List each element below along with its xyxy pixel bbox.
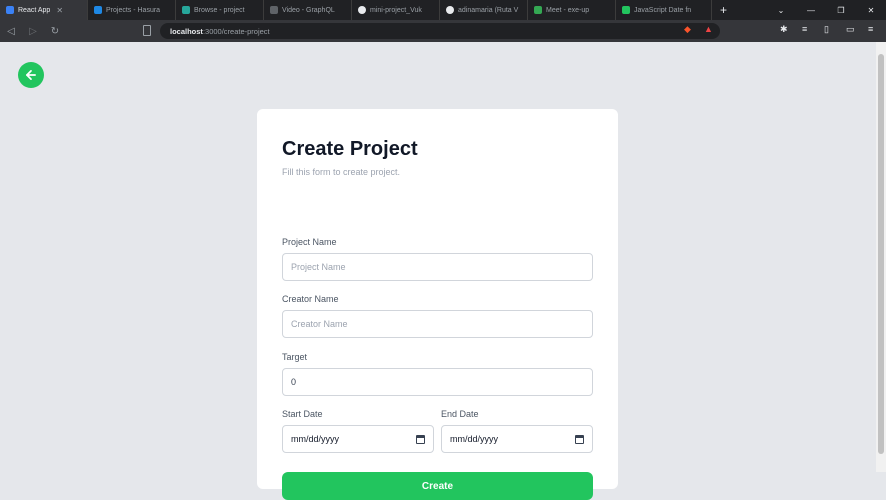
start-date-group: Start Date mm/dd/yyyy bbox=[282, 409, 434, 453]
meet-icon bbox=[534, 6, 542, 14]
tab-react-app[interactable]: React App ✕ bbox=[0, 0, 88, 20]
react-icon bbox=[6, 6, 14, 14]
tab-video-graphql[interactable]: Video - GraphQL bbox=[264, 0, 352, 20]
browser-toolbar: ◁ ▷ ↻ localhost:3000/create-project ◆ ▲ … bbox=[0, 20, 886, 42]
page-subtitle: Fill this form to create project. bbox=[282, 167, 401, 177]
playlist-icon[interactable]: ≡ bbox=[802, 24, 807, 34]
hasura-icon bbox=[94, 6, 102, 14]
tab-github-adinamaria[interactable]: adinamaria (Ruta V bbox=[440, 0, 528, 20]
target-group: Target bbox=[282, 352, 593, 396]
start-date-label: Start Date bbox=[282, 409, 323, 419]
creator-name-input[interactable] bbox=[282, 310, 593, 338]
brave-shield-icon[interactable]: ◆ bbox=[684, 24, 691, 35]
brave-rewards-icon[interactable]: ▲ bbox=[704, 24, 713, 34]
url-path: :3000/create-project bbox=[202, 26, 270, 36]
creator-name-group: Creator Name bbox=[282, 294, 593, 338]
window-controls: ⌄ — ❐ ✕ bbox=[766, 0, 886, 20]
tab-label: JavaScript Date fn bbox=[634, 6, 692, 14]
end-date-label: End Date bbox=[441, 409, 479, 419]
calendar-icon[interactable] bbox=[575, 434, 584, 444]
restore-icon[interactable]: ❐ bbox=[826, 6, 856, 15]
close-icon[interactable]: ✕ bbox=[56, 6, 63, 15]
scrollbar-thumb[interactable] bbox=[878, 54, 884, 454]
start-date-input[interactable]: mm/dd/yyyy bbox=[282, 425, 434, 453]
url-host: localhost bbox=[170, 26, 203, 36]
forward-nav-icon[interactable]: ▷ bbox=[22, 26, 44, 37]
wallet-icon[interactable]: ▭ bbox=[846, 24, 855, 35]
start-date-value: mm/dd/yyyy bbox=[291, 434, 340, 444]
target-input[interactable] bbox=[282, 368, 593, 396]
tab-search-icon[interactable]: ⌄ bbox=[766, 6, 796, 15]
new-tab-icon[interactable]: + bbox=[712, 3, 735, 17]
create-project-form: Create Project Fill this form to create … bbox=[257, 109, 618, 500]
tab-github-mini-project[interactable]: mini-project_Vuk bbox=[352, 0, 440, 20]
page-viewport: Create Project Fill this form to create … bbox=[0, 42, 876, 500]
calendar-icon[interactable] bbox=[416, 434, 425, 444]
github-icon bbox=[358, 6, 366, 14]
tab-label: Meet - exe-up bbox=[546, 6, 590, 14]
video-icon bbox=[270, 6, 278, 14]
tab-projects-hasura[interactable]: Projects - Hasura bbox=[88, 0, 176, 20]
tab-browse-project[interactable]: Browse - project bbox=[176, 0, 264, 20]
tab-label: mini-project_Vuk bbox=[370, 6, 422, 14]
tab-meet[interactable]: Meet - exe-up bbox=[528, 0, 616, 20]
page-title: Create Project bbox=[282, 138, 418, 160]
tab-label: React App bbox=[18, 6, 51, 14]
project-name-group: Project Name bbox=[282, 237, 593, 281]
tab-label: Projects - Hasura bbox=[106, 6, 161, 14]
tab-label: Video - GraphQL bbox=[282, 6, 335, 14]
end-date-input[interactable]: mm/dd/yyyy bbox=[441, 425, 593, 453]
bookmark-icon[interactable] bbox=[143, 25, 151, 36]
hasura-icon bbox=[182, 6, 190, 14]
back-button[interactable] bbox=[18, 62, 44, 88]
minimize-icon[interactable]: — bbox=[796, 6, 826, 15]
github-icon bbox=[446, 6, 454, 14]
creator-name-label: Creator Name bbox=[282, 294, 339, 304]
scrollbar[interactable] bbox=[876, 42, 886, 472]
w3schools-icon bbox=[622, 6, 630, 14]
sidebar-icon[interactable]: ▯ bbox=[824, 24, 829, 35]
end-date-group: End Date mm/dd/yyyy bbox=[441, 409, 593, 453]
create-button[interactable]: Create bbox=[282, 472, 593, 500]
tab-javascript-date[interactable]: JavaScript Date fn bbox=[616, 0, 712, 20]
project-name-label: Project Name bbox=[282, 237, 337, 247]
end-date-value: mm/dd/yyyy bbox=[450, 434, 499, 444]
arrow-left-icon bbox=[26, 70, 36, 80]
address-bar[interactable]: localhost:3000/create-project bbox=[160, 23, 720, 39]
target-label: Target bbox=[282, 352, 308, 362]
extensions-icon[interactable]: ✱ bbox=[780, 24, 788, 35]
tab-label: adinamaria (Ruta V bbox=[458, 6, 519, 14]
back-nav-icon[interactable]: ◁ bbox=[0, 26, 22, 37]
close-window-icon[interactable]: ✕ bbox=[856, 6, 886, 15]
tab-label: Browse - project bbox=[194, 6, 245, 14]
date-row: Start Date mm/dd/yyyy End Date mm/dd/yyy… bbox=[282, 409, 593, 453]
menu-icon[interactable]: ≡ bbox=[868, 24, 873, 34]
reload-icon[interactable]: ↻ bbox=[44, 26, 66, 37]
browser-tab-strip: React App ✕ Projects - Hasura Browse - p… bbox=[0, 0, 886, 20]
project-name-input[interactable] bbox=[282, 253, 593, 281]
